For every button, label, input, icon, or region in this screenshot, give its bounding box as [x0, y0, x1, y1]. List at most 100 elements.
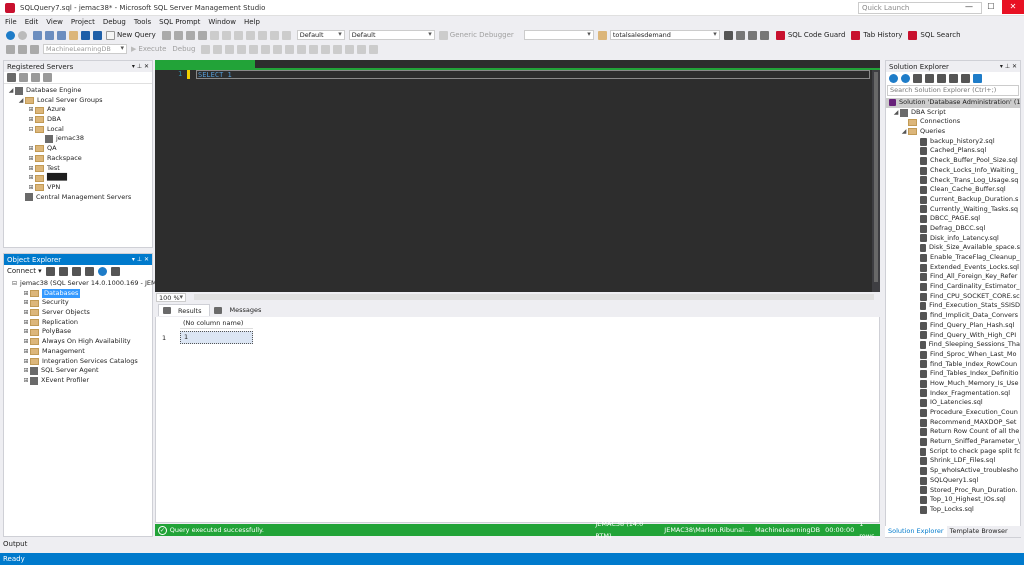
- undo-icon[interactable]: [245, 30, 255, 40]
- query-file-item[interactable]: find_Table_Index_RowCoun: [886, 360, 1020, 370]
- minimize-button[interactable]: —: [958, 0, 980, 14]
- query-file-item[interactable]: Extended_Events_Locks.sql: [886, 263, 1020, 273]
- tab-history-button[interactable]: Tab History: [851, 30, 902, 40]
- menu-file[interactable]: File: [5, 18, 17, 26]
- query-file-item[interactable]: Check_Trans_Log_Usage.sq: [886, 176, 1020, 186]
- expand-toggle-icon[interactable]: ⊞: [22, 366, 30, 376]
- sql-search-button[interactable]: SQL Search: [908, 30, 961, 40]
- query-file-item[interactable]: DBCC_PAGE.sql: [886, 214, 1020, 224]
- expand-toggle-icon[interactable]: ⊞: [27, 154, 35, 164]
- query-file-item[interactable]: Find_Tables_Index_Definitio: [886, 369, 1020, 379]
- query-file-item[interactable]: Cached_Plans.sql: [886, 146, 1020, 156]
- query-file-item[interactable]: Currently_Waiting_Tasks.sq: [886, 205, 1020, 215]
- client-stats-icon[interactable]: [285, 44, 295, 54]
- query-file-item[interactable]: Clean_Cache_Buffer.sql: [886, 185, 1020, 195]
- tree-node[interactable]: ⊞ Databases: [4, 288, 152, 299]
- expand-toggle-icon[interactable]: ⊞: [27, 164, 35, 174]
- intellisense-icon[interactable]: [249, 44, 259, 54]
- tree-node[interactable]: ⊟ jemac38 (SQL Server 14.0.1000.169 - JEM…: [4, 279, 165, 289]
- tree-node[interactable]: ⊞ Test: [4, 164, 152, 174]
- tab-messages[interactable]: Messages: [210, 304, 269, 316]
- toolbox-icon[interactable]: [759, 30, 769, 40]
- query-file-item[interactable]: Find_Query_With_High_CPI: [886, 331, 1020, 341]
- menu-view[interactable]: View: [46, 18, 63, 26]
- mdx-icon[interactable]: [161, 30, 171, 40]
- query-file-item[interactable]: Index_Fragmentation.sql: [886, 389, 1020, 399]
- uncomment-icon[interactable]: [345, 44, 355, 54]
- query-file-item[interactable]: Defrag_DBCC.sql: [886, 224, 1020, 234]
- debug-target-combo[interactable]: [523, 30, 594, 40]
- query-file-item[interactable]: Top_10_Highest_IOs.sql: [886, 495, 1020, 505]
- query-file-item[interactable]: Shrink_LDF_Files.sql: [886, 456, 1020, 466]
- query-file-item[interactable]: Recommend_MAXDOP_Set: [886, 418, 1020, 428]
- expand-toggle-icon[interactable]: ⊞: [27, 144, 35, 154]
- find-in-files-icon[interactable]: [597, 30, 607, 40]
- menu-tools[interactable]: Tools: [134, 18, 151, 26]
- result-cell[interactable]: 1: [180, 331, 253, 344]
- zoom-combo[interactable]: 100 %: [156, 292, 186, 302]
- db-engine-icon[interactable]: [7, 73, 16, 82]
- forward-icon[interactable]: [18, 30, 27, 40]
- query-file-item[interactable]: Disk_info_Latency.sql: [886, 234, 1020, 244]
- expand-toggle-icon[interactable]: ⊞: [27, 183, 35, 193]
- query-designer-icon[interactable]: [237, 44, 247, 54]
- expand-toggle-icon[interactable]: ⊞: [22, 337, 30, 347]
- open-folder-icon[interactable]: [69, 30, 78, 40]
- editor-scroll-thumb[interactable]: [874, 72, 878, 282]
- query-file-item[interactable]: Find_CPU_SOCKET_CORE.sc: [886, 292, 1020, 302]
- navigate-icon[interactable]: [269, 30, 279, 40]
- available-databases-combo[interactable]: MachineLearningDB: [43, 44, 127, 54]
- new-query-button[interactable]: New Query: [106, 30, 156, 40]
- copy-icon[interactable]: [221, 30, 231, 40]
- refresh-icon[interactable]: [97, 266, 107, 276]
- sql-code-guard-button[interactable]: SQL Code Guard: [775, 30, 845, 40]
- query-file-item[interactable]: Find_Query_Plan_Hash.sql: [886, 321, 1020, 331]
- tree-node[interactable]: ⊞ Azure: [4, 105, 152, 115]
- tree-node[interactable]: ⊞ Security: [4, 298, 152, 308]
- object-explorer-icon[interactable]: [747, 30, 757, 40]
- expand-toggle-icon[interactable]: ⊞: [22, 347, 30, 357]
- xmla-icon[interactable]: [185, 30, 195, 40]
- expand-arrow-icon[interactable]: ◢: [900, 127, 908, 137]
- results-grid-icon[interactable]: [309, 44, 319, 54]
- query-file-item[interactable]: Stored_Proc_Run_Duration.: [886, 486, 1020, 496]
- menu-help[interactable]: Help: [244, 18, 260, 26]
- tree-node[interactable]: ◢ Local Server Groups: [4, 96, 152, 106]
- browse-icon[interactable]: [281, 30, 291, 40]
- query-file-item[interactable]: Script to check page split fc: [886, 447, 1020, 457]
- expand-toggle-icon[interactable]: ⊞: [22, 298, 30, 308]
- query-file-item[interactable]: Current_Backup_Duration.s: [886, 195, 1020, 205]
- close-button[interactable]: ✕: [1002, 0, 1024, 14]
- query-file-item[interactable]: Enable_TraceFlag_Cleanup_: [886, 253, 1020, 263]
- expand-toggle-icon[interactable]: ⊞: [22, 318, 30, 328]
- queries-node[interactable]: ◢ Queries: [886, 127, 1020, 137]
- debug-button[interactable]: Debug: [172, 45, 195, 53]
- output-tab[interactable]: Output: [3, 540, 27, 548]
- query-file-item[interactable]: IO_Latencies.sql: [886, 398, 1020, 408]
- activity-monitor-icon[interactable]: [110, 266, 120, 276]
- expand-toggle-icon[interactable]: ◢: [7, 86, 15, 96]
- find-combo[interactable]: totalsalesdemand: [609, 30, 720, 40]
- query-file-item[interactable]: Find_Cardinality_Estimator_: [886, 282, 1020, 292]
- expand-toggle-icon[interactable]: ⊞: [22, 376, 30, 386]
- query-file-item[interactable]: Top_Locks.sql: [886, 505, 1020, 515]
- panel-pin-icon[interactable]: ▾ ⊥ ✕: [1000, 62, 1017, 72]
- filter-icon[interactable]: [84, 266, 94, 276]
- analysis-services-icon[interactable]: [19, 73, 28, 82]
- back-icon[interactable]: [6, 30, 15, 40]
- stop-icon[interactable]: [71, 266, 81, 276]
- menu-window[interactable]: Window: [208, 18, 236, 26]
- query-file-item[interactable]: Find_Execution_Stats_SSISD: [886, 301, 1020, 311]
- tree-node[interactable]: jemac38: [4, 134, 152, 144]
- connect-dropdown[interactable]: Connect ▾: [7, 267, 42, 275]
- save-icon[interactable]: [81, 30, 90, 40]
- tree-node[interactable]: ⊞ QA: [4, 144, 152, 154]
- properties-icon[interactable]: [735, 30, 745, 40]
- menu-project[interactable]: Project: [71, 18, 95, 26]
- maximize-button[interactable]: ☐: [980, 0, 1002, 14]
- tree-node[interactable]: ⊞ Always On High Availability: [4, 337, 152, 347]
- forward-icon[interactable]: [901, 73, 910, 83]
- solution-search-input[interactable]: Search Solution Explorer (Ctrl+;): [887, 85, 1019, 96]
- tree-node[interactable]: Central Management Servers: [4, 193, 152, 203]
- tab-solution-explorer[interactable]: Solution Explorer: [885, 526, 947, 537]
